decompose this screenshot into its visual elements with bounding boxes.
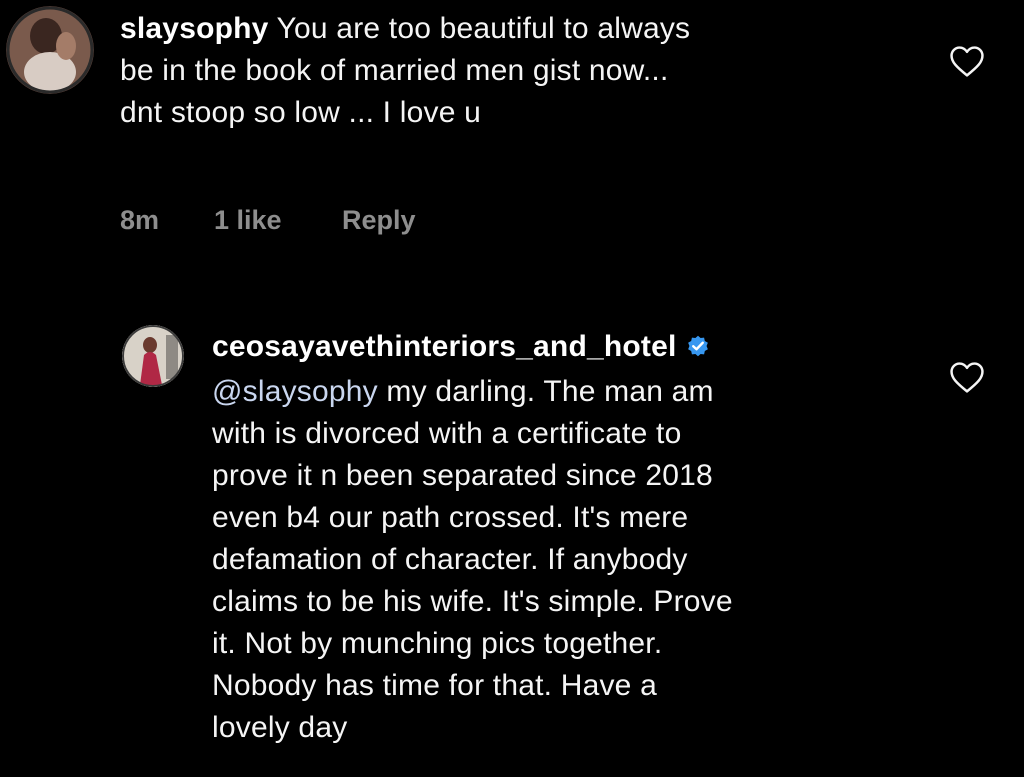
comment-line: slaysophy You are too beautiful to alway… bbox=[120, 12, 691, 45]
comment-ceosayavethinteriors: ceosayavethinteriors_and_hotel @slaysoph… bbox=[0, 300, 1024, 777]
comment-likes-count[interactable]: 1 like bbox=[214, 205, 282, 236]
verified-badge-icon bbox=[685, 329, 711, 371]
comment-line: it. Not by munching pics together. bbox=[212, 627, 663, 660]
comment-username[interactable]: ceosayavethinteriors_and_hotel bbox=[212, 330, 677, 363]
comment-body: slaysophy You are too beautiful to alway… bbox=[120, 8, 690, 134]
reply-button[interactable]: Reply bbox=[342, 205, 416, 236]
comment-line: lovely day bbox=[212, 711, 348, 744]
comment-line: dnt stoop so low ... I love u bbox=[120, 96, 481, 129]
comment-meta: 8m 1 like Reply bbox=[120, 205, 520, 239]
heart-outline-icon[interactable] bbox=[948, 360, 986, 394]
comment-line: with is divorced with a certificate to bbox=[212, 417, 682, 450]
comment-slaysophy: slaysophy You are too beautiful to alway… bbox=[0, 0, 1024, 260]
comment-body: ceosayavethinteriors_and_hotel @slaysoph… bbox=[212, 326, 733, 749]
comment-username[interactable]: slaysophy bbox=[120, 12, 269, 45]
comment-line: claims to be his wife. It's simple. Prov… bbox=[212, 585, 733, 618]
comment-line: prove it n been separated since 2018 bbox=[212, 459, 713, 492]
heart-outline-icon[interactable] bbox=[948, 44, 986, 78]
comment-timestamp: 8m bbox=[120, 205, 160, 235]
comment-line: be in the book of married men gist now..… bbox=[120, 54, 669, 87]
avatar[interactable] bbox=[122, 325, 184, 387]
comment-line: Nobody has time for that. Have a bbox=[212, 669, 657, 702]
mention-link[interactable]: @slaysophy bbox=[212, 375, 378, 408]
comment-line: @slaysophy my darling. The man am bbox=[212, 375, 714, 408]
comment-line: even b4 our path crossed. It's mere bbox=[212, 501, 689, 534]
avatar[interactable] bbox=[6, 6, 94, 94]
comment-line: defamation of character. If anybody bbox=[212, 543, 688, 576]
comment-line: ceosayavethinteriors_and_hotel bbox=[212, 326, 733, 371]
